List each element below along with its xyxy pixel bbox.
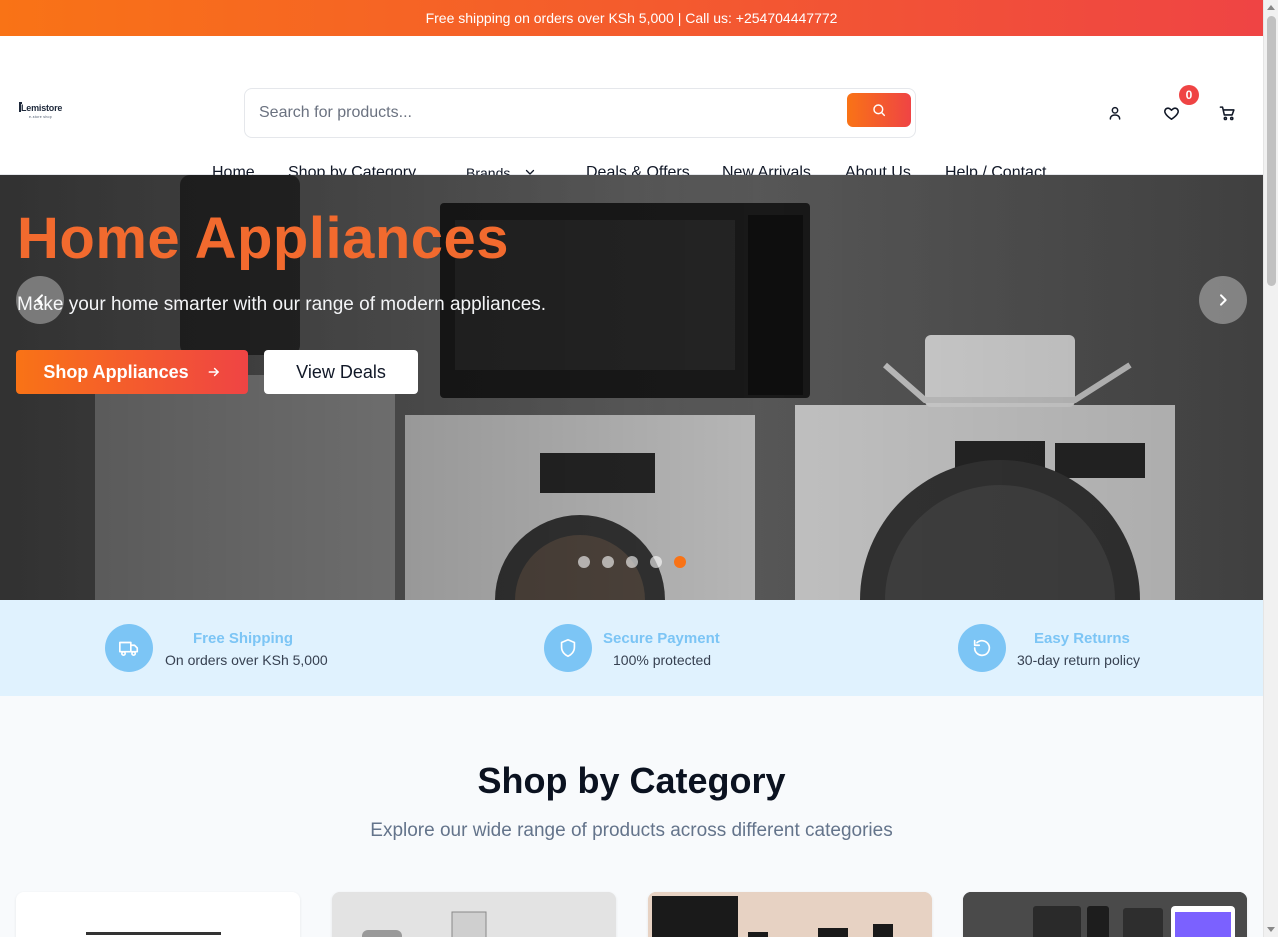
scroll-down-arrow-icon[interactable] [1267,927,1275,932]
shield-icon [560,638,576,658]
announcement-text: Free shipping on orders over KSh 5,000 |… [425,10,838,26]
carousel-dots [578,556,686,568]
shop-appliances-button[interactable]: Shop Appliances [16,350,248,394]
category-card-image [963,892,1247,937]
feature-free-shipping: Free Shipping On orders over KSh 5,000 [105,624,335,672]
category-card[interactable] [648,892,932,937]
feature-secure-payment: Secure Payment 100% protected [544,624,734,672]
chevron-right-icon [1220,294,1227,306]
page-scrollbar[interactable] [1263,0,1278,937]
cart-icon [1219,105,1235,120]
carousel-dot[interactable] [626,556,638,568]
carousel-dot[interactable] [602,556,614,568]
feature-description: 100% protected [613,652,712,668]
arrow-right-icon [208,367,219,377]
announcement-bar: Free shipping on orders over KSh 5,000 |… [0,0,1263,36]
hero-carousel: Home Appliances Make your home smarter w… [0,175,1263,600]
hero-title: Home Appliances [17,206,510,271]
category-card[interactable] [16,892,300,937]
section-subtitle: Explore our wide range of products acros… [370,820,893,841]
category-card-image [648,892,932,937]
logo-text: Lemistore [21,103,63,113]
feature-icon-circle [105,624,153,672]
category-card[interactable] [332,892,616,937]
features-strip: Free Shipping On orders over KSh 5,000 S… [0,600,1263,696]
page-content: Free shipping on orders over KSh 5,000 |… [0,0,1263,937]
section-title: Shop by Category [477,760,786,801]
feature-description: 30-day return policy [1017,652,1140,668]
feature-icon-circle [958,624,1006,672]
category-card-image [86,932,221,937]
carousel-next-button[interactable] [1199,276,1247,324]
scrollbar-thumb[interactable] [1267,16,1276,286]
shop-appliances-label: Shop Appliances [43,361,189,382]
feature-title: Easy Returns [1034,630,1130,647]
site-header: Lemistore e-store shop 0 Home Sh [0,36,1263,181]
wishlist-button[interactable] [1160,102,1182,124]
feature-title: Secure Payment [603,630,720,647]
logo-subtext: e-store shop [29,115,53,119]
search-icon [873,104,886,117]
scroll-up-arrow-icon[interactable] [1267,5,1275,10]
search-button[interactable] [847,93,911,127]
category-card-image [332,892,616,937]
feature-icon-circle [544,624,592,672]
logo[interactable]: Lemistore e-store shop [19,102,63,122]
carousel-dot-active[interactable] [674,556,686,568]
search-input[interactable] [259,101,819,125]
search-bar [244,88,916,138]
feature-description: On orders over KSh 5,000 [165,652,328,668]
chevron-left-icon [36,294,43,306]
heart-icon [1163,106,1179,120]
account-button[interactable] [1104,102,1126,124]
carousel-dot[interactable] [578,556,590,568]
wishlist-count-badge: 0 [1179,85,1199,105]
page: Free shipping on orders over KSh 5,000 |… [0,0,1278,937]
hero-subtitle: Make your home smarter with our range of… [17,294,547,315]
feature-easy-returns: Easy Returns 30-day return policy [958,624,1158,672]
category-card[interactable] [963,892,1247,937]
view-deals-button[interactable]: View Deals [264,350,418,394]
return-icon [973,639,991,657]
user-icon [1109,106,1121,120]
truck-icon [119,641,139,656]
feature-title: Free Shipping [193,630,294,647]
carousel-dot[interactable] [650,556,662,568]
cart-button[interactable] [1216,102,1238,124]
carousel-prev-button[interactable] [16,276,64,324]
